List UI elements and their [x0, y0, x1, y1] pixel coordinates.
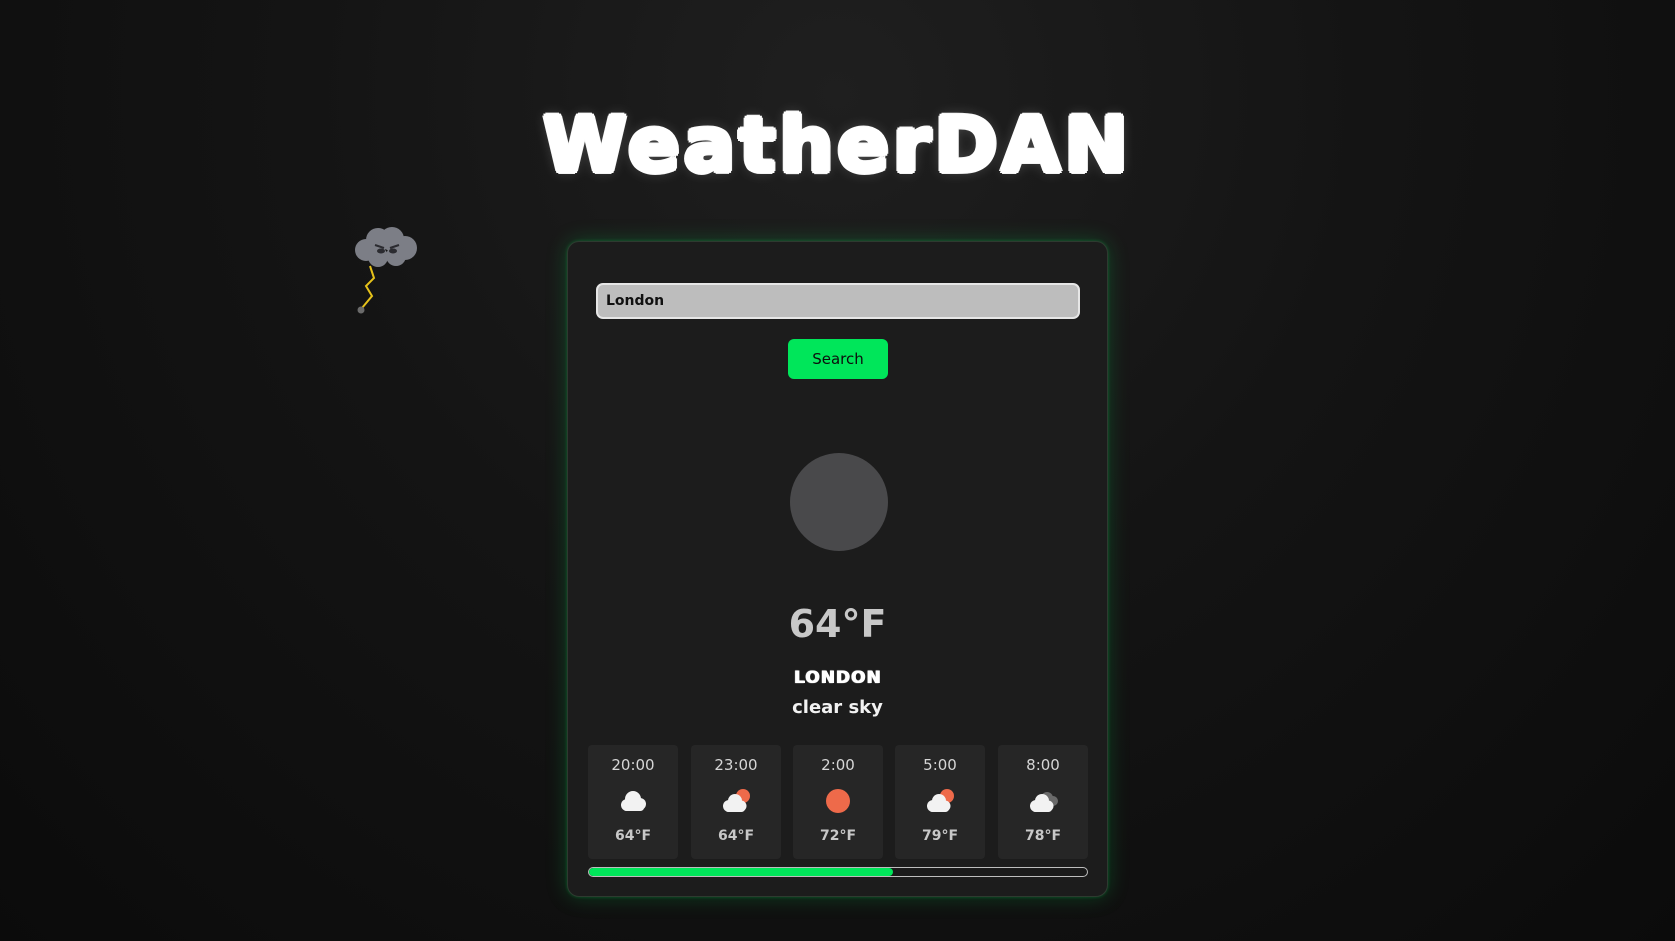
- cloud-sun-icon: [723, 789, 750, 812]
- forecast-temp: 78°F: [1024, 828, 1062, 844]
- forecast-time: 2:00: [821, 756, 855, 774]
- forecast-item: 23:00 64°F: [691, 745, 781, 859]
- cloud-dark-icon: [1030, 792, 1058, 812]
- forecast-item: 20:00 64°F: [588, 745, 678, 859]
- forecast-time: 5:00: [923, 756, 957, 774]
- forecast-item: 2:00 72°F: [793, 745, 883, 859]
- app-title: WeatherDAN: [543, 100, 1132, 189]
- cloud-sun-icon: [927, 789, 954, 812]
- forecast-temp: 64°F: [717, 828, 755, 844]
- sun-icon: [826, 789, 850, 813]
- forecast-temp: 72°F: [819, 828, 857, 844]
- storm-cloud-mascot-icon: [355, 227, 417, 314]
- forecast-item: 5:00 79°F: [895, 745, 985, 859]
- forecast-time: 23:00: [714, 756, 758, 774]
- cloud-icon: [621, 791, 646, 811]
- forecast-temp: 64°F: [614, 828, 652, 844]
- search-button[interactable]: Search: [788, 339, 888, 379]
- weather-description: clear sky: [792, 697, 883, 718]
- current-weather-icon: [790, 453, 888, 551]
- forecast-time: 8:00: [1026, 756, 1060, 774]
- progress-fill: [589, 868, 893, 876]
- progress-bar: [588, 867, 1088, 877]
- forecast-item: 8:00 78°F: [998, 745, 1088, 859]
- weather-card: Search 64°F LONDON clear sky 20:00 64°F: [567, 241, 1108, 897]
- page: WeatherDAN Search 64°F LONDON clear sky …: [0, 0, 1675, 941]
- hourly-forecast: 20:00 64°F 23:00 64°F 2:00 72°F 5:00 79°…: [588, 745, 1088, 859]
- current-temperature: 64°F: [788, 602, 887, 646]
- city-name: LONDON: [793, 668, 882, 688]
- forecast-temp: 79°F: [921, 828, 959, 844]
- forecast-time: 20:00: [611, 756, 655, 774]
- search-input[interactable]: [596, 283, 1080, 319]
